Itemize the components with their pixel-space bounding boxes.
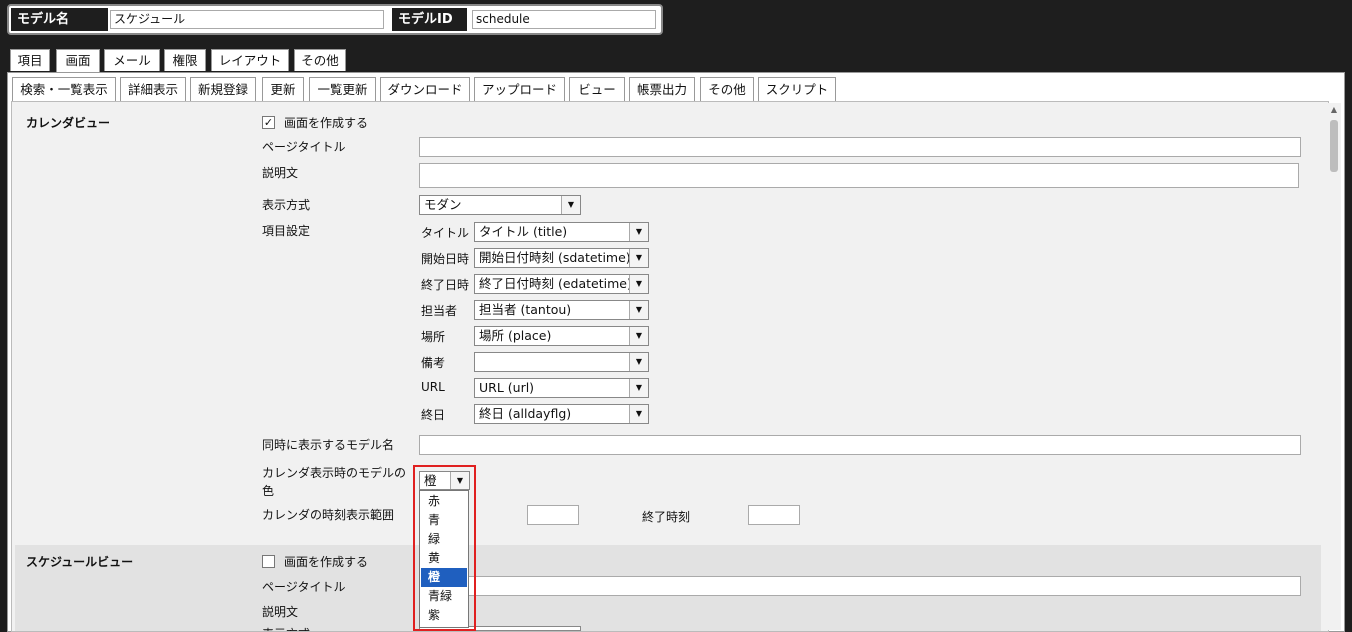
model-header: モデル名 スケジュール モデルID schedule: [7, 4, 663, 35]
calendar-create-checkbox[interactable]: ✓: [262, 116, 275, 129]
field-label-url: URL: [421, 380, 445, 394]
field-value: 担当者 (tantou): [479, 302, 572, 317]
model-id-input[interactable]: schedule: [472, 10, 656, 29]
model-color-label: カレンダ表示時のモデルの: [262, 466, 407, 480]
field-value: 終了日付時刻 (edatetime): [479, 276, 632, 291]
schedule-create-checkbox[interactable]: [262, 555, 275, 568]
subtab-update[interactable]: 更新: [262, 77, 304, 101]
field-select-owner[interactable]: 担当者 (tantou) ▼: [474, 300, 649, 320]
subtab-report[interactable]: 帳票出力: [629, 77, 695, 101]
subtab-bulk-update[interactable]: 一覧更新: [309, 77, 376, 101]
chevron-down-icon: ▼: [629, 405, 648, 423]
field-select-url[interactable]: URL (url) ▼: [474, 378, 649, 398]
field-label-start: 開始日時: [421, 252, 470, 266]
model-id-label: モデルID: [392, 8, 467, 31]
field-label-place: 場所: [421, 330, 446, 344]
chevron-down-icon: ▼: [629, 353, 648, 371]
subtab-script[interactable]: スクリプト: [758, 77, 836, 101]
subtab-search-list[interactable]: 検索・一覧表示: [12, 77, 116, 101]
start-time-input[interactable]: [527, 505, 579, 525]
field-select-end[interactable]: 終了日付時刻 (edatetime) ▼: [474, 274, 649, 294]
schedule-page-title-label: ページタイトル: [262, 580, 346, 594]
field-select-place[interactable]: 場所 (place) ▼: [474, 326, 649, 346]
tab-layout[interactable]: レイアウト: [211, 49, 289, 71]
chevron-down-icon: ▼: [629, 327, 648, 345]
page-title-input[interactable]: [419, 137, 1301, 157]
field-value: 場所 (place): [479, 328, 552, 343]
field-label-owner: 担当者: [421, 304, 458, 318]
calendar-section-title: カレンダビュー: [26, 116, 111, 130]
field-value: 開始日付時刻 (sdatetime): [479, 250, 631, 265]
field-select-start[interactable]: 開始日付時刻 (sdatetime) ▼: [474, 248, 649, 268]
field-select-title[interactable]: タイトル (title) ▼: [474, 222, 649, 242]
time-range-label: カレンダの時刻表示範囲: [262, 508, 395, 522]
description-label: 説明文: [262, 166, 299, 180]
page-title-label: ページタイトル: [262, 140, 346, 154]
model-name-label: モデル名: [11, 8, 108, 31]
subtab-upload[interactable]: アップロード: [474, 77, 565, 101]
chevron-down-icon: ▼: [561, 196, 580, 214]
vertical-scrollbar[interactable]: [1327, 103, 1341, 630]
items-setting-label: 項目設定: [262, 224, 311, 238]
tab-screen[interactable]: 画面: [56, 49, 100, 73]
chevron-down-icon: ▼: [629, 275, 648, 293]
schedule-description-label: 説明文: [262, 605, 299, 619]
field-label-allday: 終日: [421, 408, 446, 422]
schedule-display-mode-label: 表示方式: [262, 625, 310, 631]
schedule-page-title-input[interactable]: [419, 576, 1301, 596]
chevron-down-icon: ▼: [629, 301, 648, 319]
scrollbar-thumb[interactable]: [1330, 120, 1338, 172]
scroll-up-icon[interactable]: ▲: [1328, 104, 1340, 116]
field-select-remarks[interactable]: ▼: [474, 352, 649, 372]
field-select-allday[interactable]: 終日 (alldayflg) ▼: [474, 404, 649, 424]
calendar-create-label: 画面を作成する: [284, 116, 369, 130]
highlight-box: [413, 465, 476, 631]
tab-other[interactable]: その他: [294, 49, 346, 71]
field-value: タイトル (title): [479, 224, 568, 239]
field-value: URL (url): [479, 380, 535, 395]
subtab-other[interactable]: その他: [700, 77, 754, 101]
chevron-down-icon: ▼: [629, 249, 648, 267]
concurrent-model-input[interactable]: [419, 435, 1301, 455]
subtab-detail[interactable]: 詳細表示: [120, 77, 186, 101]
display-mode-value: モダン: [424, 197, 462, 212]
end-time-label: 終了時刻: [642, 510, 691, 524]
tab-items[interactable]: 項目: [10, 49, 50, 71]
field-label-remarks: 備考: [421, 356, 446, 370]
subtab-new[interactable]: 新規登録: [190, 77, 256, 101]
model-color-label-2: 色: [262, 484, 275, 498]
tab-mail[interactable]: メール: [104, 49, 160, 71]
field-label-title: タイトル: [421, 226, 470, 240]
display-mode-select[interactable]: モダン ▼: [419, 195, 581, 215]
end-time-input[interactable]: [748, 505, 800, 525]
schedule-section-title: スケジュールビュー: [26, 555, 134, 569]
display-mode-label: 表示方式: [262, 198, 311, 212]
field-label-end: 終了日時: [421, 278, 470, 292]
model-name-input[interactable]: スケジュール: [110, 10, 384, 29]
schedule-create-label: 画面を作成する: [284, 555, 369, 569]
chevron-down-icon: ▼: [629, 223, 648, 241]
concurrent-model-label: 同時に表示するモデル名: [262, 438, 395, 452]
description-input[interactable]: [419, 163, 1299, 188]
field-value: 終日 (alldayflg): [479, 406, 572, 421]
tab-permission[interactable]: 権限: [164, 49, 206, 71]
chevron-down-icon: ▼: [629, 379, 648, 397]
subtab-download[interactable]: ダウンロード: [380, 77, 470, 101]
subtab-view[interactable]: ビュー: [569, 77, 625, 103]
